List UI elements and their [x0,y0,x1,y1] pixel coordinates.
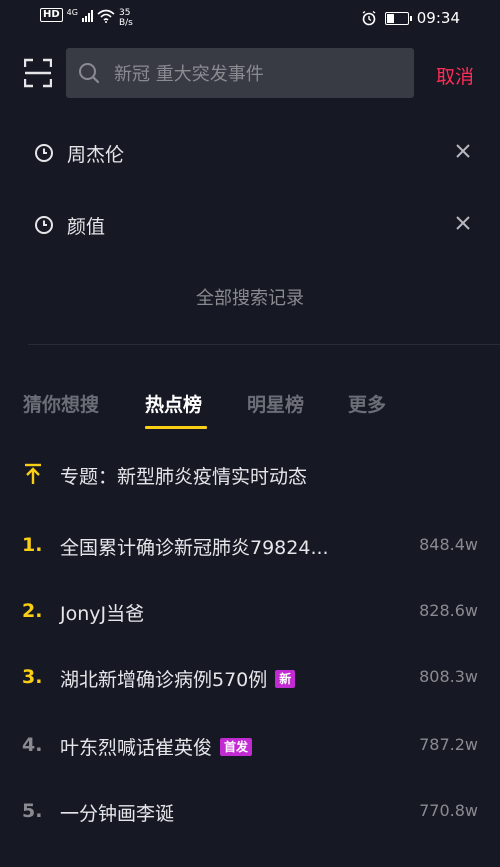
rank-number: 4. [22,734,43,756]
topic-link[interactable]: 专题：新型肺炎疫情实时动态 [60,462,307,489]
hot-item-title-text: 一分钟画李诞 [60,803,175,825]
alarm-icon [362,10,376,26]
net-speed: 35 B/s [119,8,133,28]
signal-icon [81,10,93,22]
tab-star-list[interactable]: 明星榜 [247,390,304,417]
close-icon[interactable] [455,215,471,231]
scan-icon[interactable] [24,58,52,88]
rank-number: 5. [22,800,43,822]
hot-item-title: 全国累计确诊新冠肺炎79824... [60,533,329,560]
heat-value: 828.6w [419,601,478,620]
hot-item-title: 一分钟画李诞 [60,799,174,826]
tab-more[interactable]: 更多 [348,390,386,417]
hot-item-title-text: JonyJ当爸 [60,603,145,625]
hd-indicator: HD [40,8,63,22]
search-icon [79,63,100,84]
network-type: 4G [66,8,78,17]
heat-value: 848.4w [419,535,478,554]
status-left: HD 4G 35 B/s [40,8,133,28]
history-item[interactable]: 周杰伦 [0,128,500,178]
hot-item-title: JonyJ当爸 [60,599,144,626]
status-right: 09:34 [361,9,460,27]
hot-item-title-text: 全国累计确诊新冠肺炎79824... [60,537,329,559]
battery-level [386,13,394,23]
hot-item-title-text: 湖北新增确诊病例570例 [60,669,268,691]
hot-item-title-text: 叶东烈喊话崔英俊 [60,737,213,759]
wifi-icon [97,9,115,23]
clock-icon [35,216,53,234]
heat-value: 770.8w [419,801,478,820]
rank-number: 1. [22,534,43,556]
first-release-badge: 首发 [220,737,253,756]
hot-list-item[interactable]: 2. JonyJ当爸 828.6w [0,592,500,632]
net-speed-unit: B/s [118,18,133,28]
divider [28,344,500,345]
hot-list-item[interactable]: 3. 湖北新增确诊病例570例新 808.3w [0,658,500,698]
history-item-label: 颜值 [67,216,106,238]
status-bar: HD 4G 35 B/s 09:34 [0,0,500,38]
heat-value: 787.2w [419,735,478,754]
all-history-link[interactable]: 全部搜索记录 [0,284,500,310]
hot-list-item[interactable]: 5. 一分钟画李诞 770.8w [0,792,500,832]
rank-number: 3. [22,666,43,688]
rank-number: 2. [22,600,43,622]
net-speed-value: 35 [118,8,131,18]
clock-time: 09:34 [416,9,460,27]
hot-list-item[interactable]: 1. 全国累计确诊新冠肺炎79824... 848.4w [0,526,500,566]
battery-icon [384,11,412,25]
new-badge: 新 [275,669,296,688]
history-item-label: 周杰伦 [67,144,125,166]
hot-item-title: 叶东烈喊话崔英俊 首发 [60,733,253,760]
search-input[interactable] [112,48,406,100]
close-icon[interactable] [455,143,471,159]
history-item[interactable]: 颜值 [0,200,500,250]
tab-guess[interactable]: 猜你想搜 [23,390,99,417]
clock-icon [35,144,53,162]
hot-list-item[interactable]: 4. 叶东烈喊话崔英俊 首发 787.2w [0,726,500,766]
tab-indicator [145,426,207,429]
pin-top-icon [25,463,41,484]
hot-item-title: 湖北新增确诊病例570例新 [60,665,296,692]
search-box[interactable] [66,48,414,100]
heat-value: 808.3w [419,667,478,686]
tab-hot-list[interactable]: 热点榜 [145,390,202,417]
cancel-button[interactable]: 取消 [436,62,474,89]
